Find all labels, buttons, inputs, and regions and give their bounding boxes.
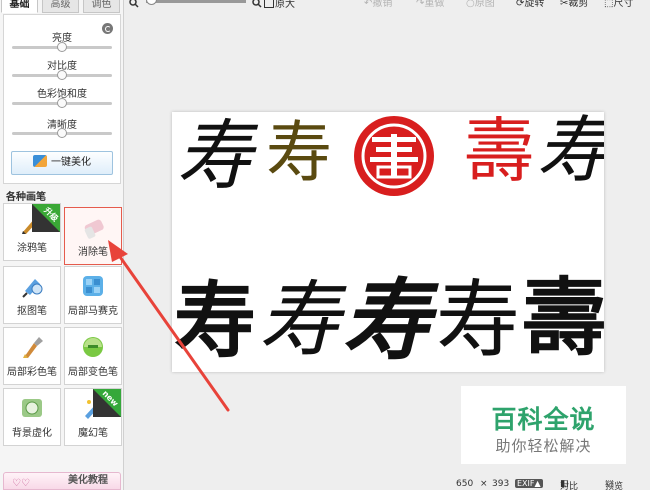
watermark-title: 百科全说 (491, 405, 596, 434)
brush-mosaic-label: 局部马赛克 (68, 306, 118, 317)
image-height: 393 (492, 479, 510, 489)
undo-button[interactable]: ↶撤销 (364, 0, 392, 10)
zoom-slider[interactable] (146, 0, 246, 3)
resize-label: 尺寸 (613, 0, 634, 9)
brush-bg-blur[interactable]: 背景虚化 (3, 388, 61, 446)
calligraphy-char: 壽 (522, 268, 604, 367)
bow-icon: ♡♡ (12, 478, 30, 489)
calligraphy-char: 寿 (436, 271, 521, 369)
auto-beautify-button[interactable]: 一键美化 (11, 151, 113, 175)
zoom-slider-knob[interactable] (146, 0, 157, 5)
brush-eraser[interactable]: 消除笔 (64, 207, 122, 265)
redo-button[interactable]: ↷重做 (416, 0, 444, 10)
redo-label: 重做 (424, 0, 445, 9)
zoom-in-button[interactable] (252, 0, 263, 10)
calligraphy-char: 寿 (258, 273, 340, 368)
tab-basic[interactable]: 基础 (1, 0, 38, 13)
brush-cutout-label: 抠图笔 (17, 306, 47, 317)
status-bar: 650 × 393 EXIF▲ ◧ 对比 ⬚ 预览 (450, 479, 650, 490)
contrast-knob[interactable] (57, 70, 67, 80)
cutout-pen-icon (22, 279, 43, 298)
calligraphy-char: 寿 (342, 268, 431, 372)
calligraphy-char: 壽 (464, 112, 534, 192)
brush-doodle-label: 涂鸦笔 (17, 243, 47, 254)
left-panel: 基础 高级 调色 亮度 对比度 色彩饱和度 清晰度 一键美化 各种画笔 升级 涂… (0, 0, 124, 490)
brushes-title: 各种画笔 (6, 192, 46, 203)
image-width: 650 (456, 479, 474, 489)
brush-color-change[interactable]: 局部变色笔 (64, 327, 122, 385)
rotate-button[interactable]: ⟳旋转 (516, 0, 544, 10)
tutorial-button[interactable]: ♡♡ 美化教程 (3, 472, 121, 490)
brush-bg-blur-label: 背景虚化 (12, 428, 52, 439)
brush-cutout[interactable]: 抠图笔 (3, 266, 61, 324)
calligraphy-char: 寿 (176, 112, 252, 200)
brush-mosaic[interactable]: 局部马赛克 (64, 266, 122, 324)
brush-color-change-label: 局部变色笔 (68, 367, 118, 378)
background-blur-icon (22, 399, 42, 417)
watermark: 百科全说 助你轻松解决 (461, 386, 626, 464)
top-toolbar: 原大 ↶撤销 ↷重做 ○原图 ⟳旋转 ✂裁剪 ⬚尺寸 (124, 0, 650, 12)
saturation-slider[interactable] (12, 98, 112, 108)
brush-magic[interactable]: new 魔幻笔 (64, 388, 122, 446)
brush-local-color-label: 局部彩色笔 (7, 367, 57, 378)
eraser-icon (84, 219, 104, 239)
color-change-icon (83, 337, 103, 357)
zoom-out-button[interactable] (129, 0, 140, 10)
panel-tabs: 基础 高级 调色 (0, 0, 124, 14)
brightness-slider[interactable] (12, 42, 112, 52)
brightness-knob[interactable] (57, 42, 67, 52)
brush-eraser-label: 消除笔 (78, 247, 108, 258)
tutorial-label: 美化教程 (68, 475, 108, 486)
saturation-knob[interactable] (57, 98, 67, 108)
original-image-icon: ○ (466, 0, 475, 9)
original-size-button[interactable]: 原大 (264, 0, 295, 10)
rotate-label: 旋转 (524, 0, 545, 9)
original-size-label: 原大 (275, 0, 295, 10)
calligraphy-char: 寿 (266, 114, 332, 191)
preview-label: 预览 (605, 482, 624, 490)
compare-label: 对比 (560, 482, 579, 490)
color-brush-icon (23, 337, 43, 358)
original-image-button[interactable]: ○原图 (466, 0, 495, 10)
sharpness-knob[interactable] (57, 128, 67, 138)
original-image-label: 原图 (474, 0, 495, 9)
calligraphy-char: 寿 (536, 112, 604, 192)
adjust-panel: 亮度 对比度 色彩饱和度 清晰度 一键美化 (3, 14, 121, 184)
red-seal-emblem (354, 116, 434, 196)
crop-label: 裁剪 (568, 0, 589, 9)
undo-label: 撤销 (372, 0, 393, 9)
brush-doodle[interactable]: 升级 涂鸦笔 (3, 203, 61, 261)
crop-button[interactable]: ✂裁剪 (560, 0, 588, 10)
exif-button[interactable]: EXIF▲ (515, 479, 543, 488)
auto-beautify-label: 一键美化 (51, 157, 91, 168)
sharpness-slider[interactable] (12, 128, 112, 138)
resize-button[interactable]: ⬚尺寸 (604, 0, 633, 10)
image-canvas[interactable]: 寿 寿 壽 寿 寿 寿 寿 寿 壽 (172, 112, 604, 372)
watermark-subtitle: 助你轻松解决 (495, 437, 592, 455)
calligraphy-char: 寿 (174, 273, 257, 369)
mosaic-icon (83, 276, 103, 296)
zoom-in-icon (252, 0, 262, 8)
tab-advanced[interactable]: 高级 (42, 0, 79, 13)
magic-wand-icon (33, 155, 47, 167)
brush-local-color[interactable]: 局部彩色笔 (3, 327, 61, 385)
brush-magic-label: 魔幻笔 (78, 428, 108, 439)
contrast-slider[interactable] (12, 70, 112, 80)
dimension-separator: × (480, 479, 488, 489)
tab-color[interactable]: 调色 (83, 0, 120, 13)
zoom-out-icon (129, 0, 139, 8)
original-size-icon (264, 0, 274, 8)
